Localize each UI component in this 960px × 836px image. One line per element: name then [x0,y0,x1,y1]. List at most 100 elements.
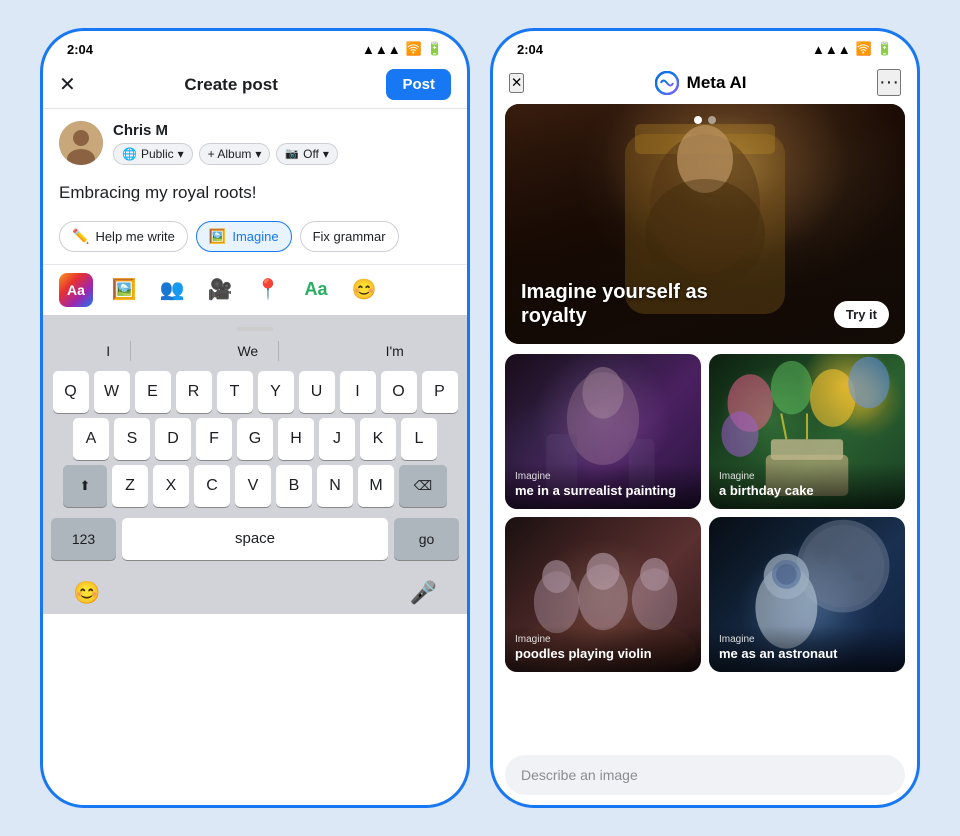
key-o[interactable]: O [381,371,417,413]
more-options-button[interactable]: ··· [877,69,901,96]
key-b[interactable]: B [276,465,312,507]
key-g[interactable]: G [237,418,273,460]
key-s[interactable]: S [114,418,150,460]
aa-toolbar-icon[interactable]: Aa [59,273,93,307]
key-l[interactable]: L [401,418,437,460]
key-q[interactable]: Q [53,371,89,413]
meta-ai-header: ✕ Meta AI ··· [493,61,917,104]
emoji-toolbar-icon[interactable]: 😊 [347,273,381,307]
off-label: Off [303,147,319,161]
key-go[interactable]: go [394,518,459,560]
fix-grammar-chip[interactable]: Fix grammar [300,221,399,252]
imagine-label: Imagine [232,229,278,244]
keyboard: Q W E R T Y U I O P A S D F G H J K [43,367,467,512]
key-j[interactable]: J [319,418,355,460]
key-t[interactable]: T [217,371,253,413]
key-shift[interactable]: ⬆ [63,465,107,507]
privacy-row: 🌐 Public ▾ + Album ▾ 📷 Off ▾ [113,143,338,165]
card-1-main-label: me in a surrealist painting [515,483,691,499]
meta-ai-close-button[interactable]: ✕ [509,73,524,93]
video-toolbar-icon[interactable]: 🎥 [203,273,237,307]
header-title: Create post [184,75,278,95]
key-e[interactable]: E [135,371,171,413]
image-icon: 🖼️ [209,228,226,245]
key-k[interactable]: K [360,418,396,460]
imagine-chip[interactable]: 🖼️ Imagine [196,221,292,252]
card-3-main-label: poodles playing violin [515,646,691,662]
pred-word-3[interactable]: I'm [366,341,424,361]
key-n[interactable]: N [317,465,353,507]
card-3-imagine-label: Imagine [515,634,691,645]
phone1-bottom: 😊 🎤 [43,570,467,614]
card-2-imagine-label: Imagine [719,471,895,482]
hero-card-text: Imagine yourself as royalty [521,280,825,328]
post-button[interactable]: Post [386,69,451,100]
key-i[interactable]: I [340,371,376,413]
microphone-icon[interactable]: 🎤 [410,580,437,606]
key-w[interactable]: W [94,371,130,413]
key-z[interactable]: Z [112,465,148,507]
card-1-imagine-label: Imagine [515,471,691,482]
status-bar-2: 2:04 ▲▲▲ 🛜 🔋 [493,31,917,61]
card-astronaut[interactable]: Imagine me as an astronaut [709,517,905,672]
key-r[interactable]: R [176,371,212,413]
pencil-icon: ✏️ [72,228,89,245]
pred-word-1[interactable]: I [86,341,131,361]
key-a[interactable]: A [73,418,109,460]
privacy-button[interactable]: 🌐 Public ▾ [113,143,193,165]
people-toolbar-icon[interactable]: 👥 [155,273,189,307]
key-m[interactable]: M [358,465,394,507]
battery-icon: 🔋 [427,41,443,57]
card-4-imagine-label: Imagine [719,634,895,645]
emoji-icon[interactable]: 😊 [73,580,100,606]
battery-icon-2: 🔋 [877,41,893,57]
key-delete[interactable]: ⌫ [399,465,447,507]
status-icons-1: ▲▲▲ 🛜 🔋 [362,41,443,57]
key-d[interactable]: D [155,418,191,460]
hero-card[interactable]: Imagine yourself as royalty Try it [505,104,905,344]
meta-ai-label: Meta AI [687,73,747,93]
key-row-2: A S D F G H J K L [47,418,463,460]
card-2-main-label: a birthday cake [719,483,895,499]
location-toolbar-icon[interactable]: 📍 [251,273,285,307]
key-y[interactable]: Y [258,371,294,413]
card-surrealist[interactable]: Imagine me in a surrealist painting [505,354,701,509]
main-container: 2:04 ▲▲▲ 🛜 🔋 ✕ Create post Post [40,28,920,808]
gallery-toolbar-icon[interactable]: 🖼️ [107,273,141,307]
ai-content: Imagine yourself as royalty Try it [493,104,917,747]
card-1-label: Imagine me in a surrealist painting [505,463,701,509]
key-123[interactable]: 123 [51,518,116,560]
card-birthday[interactable]: Imagine a birthday cake [709,354,905,509]
key-v[interactable]: V [235,465,271,507]
key-u[interactable]: U [299,371,335,413]
status-time-1: 2:04 [67,42,93,57]
globe-icon: 🌐 [122,147,137,161]
dot-2 [708,116,716,124]
key-p[interactable]: P [422,371,458,413]
ai-grid-cards: Imagine me in a surrealist painting [505,354,905,672]
key-space[interactable]: space [122,518,388,560]
predictive-bar: I We I'm [43,333,467,367]
dot-1 [694,116,702,124]
pred-word-2[interactable]: We [217,341,279,361]
key-row-1: Q W E R T Y U I O P [47,371,463,413]
key-c[interactable]: C [194,465,230,507]
help-me-write-chip[interactable]: ✏️ Help me write [59,221,188,252]
card-poodles[interactable]: Imagine poodles playing violin [505,517,701,672]
keyboard-bottom-row: 123 space go [43,512,467,570]
album-button[interactable]: + Album ▾ [199,143,271,165]
fix-grammar-label: Fix grammar [313,229,386,244]
ai-chips-row: ✏️ Help me write 🖼️ Imagine Fix grammar [43,217,467,264]
avatar [59,121,103,165]
off-button[interactable]: 📷 Off ▾ [276,143,338,165]
key-h[interactable]: H [278,418,314,460]
text-toolbar-icon[interactable]: Aa [299,273,333,307]
close-button[interactable]: ✕ [59,72,76,97]
key-f[interactable]: F [196,418,232,460]
album-label: + Album [208,147,252,161]
try-it-button[interactable]: Try it [834,301,889,328]
describe-image-input[interactable]: Describe an image [505,755,905,795]
key-row-3: ⬆ Z X C V B N M ⌫ [47,465,463,507]
card-3-label: Imagine poodles playing violin [505,626,701,672]
key-x[interactable]: X [153,465,189,507]
